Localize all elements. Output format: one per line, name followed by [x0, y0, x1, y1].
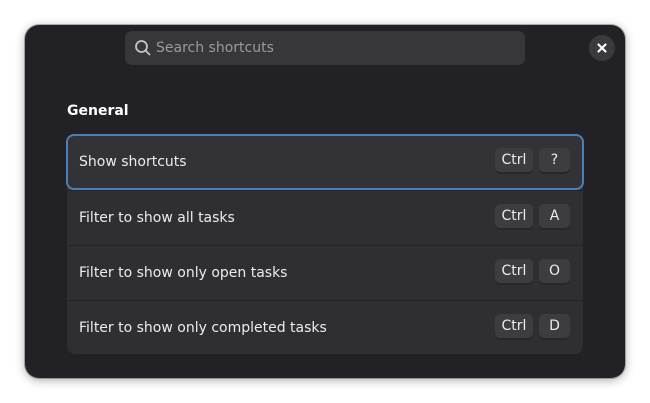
close-icon — [597, 43, 607, 53]
shortcut-key: O — [539, 259, 570, 285]
section-title: General — [67, 103, 129, 119]
shortcut-list: Show shortcuts Ctrl ? Filter to show all… — [66, 134, 584, 355]
search-placeholder: Search shortcuts — [156, 40, 274, 56]
shortcut-modifier-key: Ctrl — [495, 148, 533, 174]
shortcut-row-show-shortcuts[interactable]: Show shortcuts Ctrl ? — [66, 134, 584, 190]
shortcut-row-show-completed-tasks[interactable]: Filter to show only completed tasks Ctrl… — [67, 300, 583, 355]
search-icon — [135, 40, 151, 56]
shortcut-modifier-key: Ctrl — [495, 204, 533, 230]
shortcut-label: Filter to show all tasks — [79, 210, 235, 226]
shortcut-row-show-open-tasks[interactable]: Filter to show only open tasks Ctrl O — [67, 245, 583, 300]
shortcuts-dialog: Search shortcuts General Show shortcuts … — [25, 25, 625, 378]
shortcut-label: Show shortcuts — [79, 154, 187, 170]
shortcut-modifier-key: Ctrl — [495, 314, 533, 340]
shortcut-key: D — [539, 314, 570, 340]
shortcut-key: ? — [539, 148, 570, 174]
shortcut-key: A — [539, 204, 570, 230]
shortcut-label: Filter to show only open tasks — [79, 265, 288, 281]
close-button[interactable] — [589, 35, 615, 61]
search-input[interactable]: Search shortcuts — [125, 31, 525, 65]
shortcut-row-show-all-tasks[interactable]: Filter to show all tasks Ctrl A — [67, 190, 583, 245]
shortcut-label: Filter to show only completed tasks — [79, 320, 327, 336]
shortcut-modifier-key: Ctrl — [495, 259, 533, 285]
